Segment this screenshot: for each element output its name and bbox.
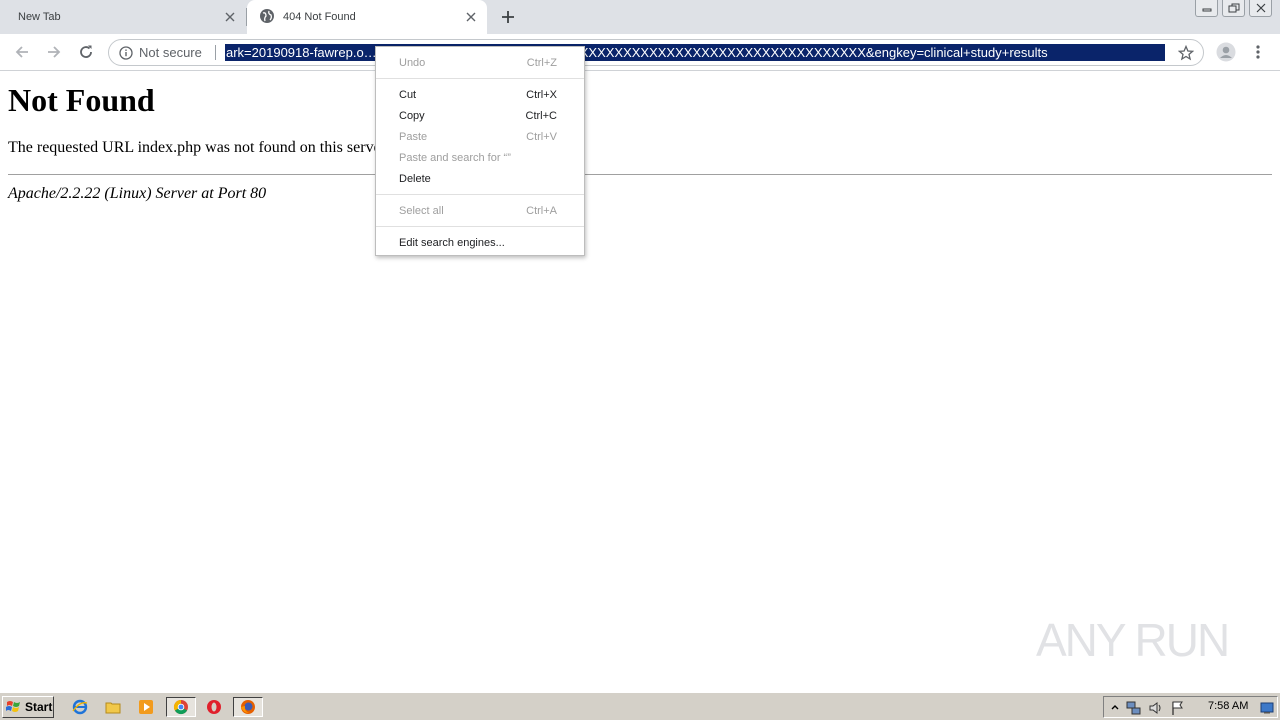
menu-item-paste-and-search[interactable]: Paste and search for “”	[376, 147, 584, 168]
not-secure-label: Not secure	[139, 45, 202, 60]
url-text-selected[interactable]: ark=20190918-fawrep.o… XXXXXXXXXXXXXXXXX…	[225, 44, 1165, 61]
file-explorer-taskbar-icon[interactable]	[102, 697, 124, 717]
menu-item-label: Edit search engines...	[399, 236, 505, 249]
firefox-taskbar-icon[interactable]	[233, 697, 263, 717]
menu-item-shortcut: Ctrl+A	[526, 204, 557, 217]
context-menu: Undo Ctrl+Z Cut Ctrl+X Copy Ctrl+C Paste…	[375, 46, 585, 256]
menu-item-label: Copy	[399, 109, 425, 122]
menu-item-label: Cut	[399, 88, 417, 101]
forward-button[interactable]	[42, 40, 66, 64]
watermark-text: ANY RUN	[1036, 614, 1230, 666]
close-icon	[1256, 3, 1265, 13]
close-window-button[interactable]	[1249, 0, 1272, 17]
menu-item-select-all[interactable]: Select all Ctrl+A	[376, 200, 584, 221]
menu-item-shortcut: Ctrl+X	[526, 88, 557, 101]
menu-item-label: Paste	[399, 130, 428, 143]
chrome-taskbar-icon[interactable]	[166, 697, 196, 717]
omnibox-divider	[215, 45, 216, 60]
window-controls	[1195, 0, 1272, 17]
server-signature: Apache/2.2.22 (Linux) Server at Port 80	[8, 185, 267, 202]
plus-icon	[502, 11, 514, 23]
internet-explorer-taskbar-icon[interactable]	[69, 697, 91, 717]
close-tab-icon[interactable]	[222, 9, 238, 25]
menu-item-label: Select all	[399, 204, 444, 217]
menu-item-delete[interactable]: Delete	[376, 168, 584, 189]
action-center-flag-icon[interactable]	[1170, 700, 1186, 716]
menu-item-label: Paste and search for “”	[399, 151, 511, 164]
menu-item-shortcut: Ctrl+Z	[526, 56, 557, 69]
media-player-taskbar-icon[interactable]	[135, 697, 157, 717]
volume-icon[interactable]	[1148, 700, 1164, 716]
opera-taskbar-icon[interactable]	[203, 697, 225, 717]
back-arrow-icon	[15, 46, 28, 58]
reload-icon	[80, 45, 92, 58]
back-button[interactable]	[10, 40, 34, 64]
new-tab-button[interactable]	[498, 7, 518, 27]
menu-item-edit-search-engines[interactable]: Edit search engines...	[376, 232, 584, 253]
menu-item-shortcut: Ctrl+C	[525, 109, 557, 122]
tab-title: New Tab	[18, 11, 61, 23]
browser-toolbar: Not secure ark=20190918-fawrep.o… XXXXXX…	[0, 34, 1280, 71]
forward-arrow-icon	[48, 46, 61, 58]
minimize-icon	[1202, 8, 1211, 12]
menu-separator	[376, 194, 584, 195]
menu-item-copy[interactable]: Copy Ctrl+C	[376, 105, 584, 126]
bookmark-star-icon	[1178, 45, 1194, 61]
divider	[8, 174, 1272, 175]
tab-strip: New Tab 404 Not Found	[0, 0, 1280, 34]
profile-button[interactable]	[1214, 40, 1238, 64]
system-tray: 7:58 AM	[1103, 696, 1278, 718]
address-bar[interactable]: Not secure ark=20190918-fawrep.o… XXXXXX…	[108, 39, 1204, 66]
chrome-menu-button[interactable]	[1248, 40, 1268, 64]
taskbar-clock[interactable]: 7:58 AM	[1208, 700, 1248, 712]
tab-title: 404 Not Found	[283, 11, 356, 23]
profile-avatar-icon	[1216, 42, 1236, 62]
windows-logo-icon	[6, 701, 20, 712]
menu-item-label: Undo	[399, 56, 426, 69]
info-icon	[119, 45, 133, 60]
globe-icon	[259, 8, 275, 27]
menu-separator	[376, 78, 584, 79]
page-heading: Not Found	[8, 82, 155, 118]
three-dot-menu-icon	[1256, 45, 1260, 59]
bookmark-star-button[interactable]	[1177, 44, 1195, 62]
network-icon[interactable]	[1126, 700, 1142, 716]
menu-separator	[376, 226, 584, 227]
menu-item-undo[interactable]: Undo Ctrl+Z	[376, 52, 584, 73]
menu-item-paste[interactable]: Paste Ctrl+V	[376, 126, 584, 147]
tab-new-tab[interactable]: New Tab	[0, 0, 246, 34]
restore-button[interactable]	[1222, 0, 1245, 17]
restore-icon	[1228, 3, 1239, 13]
show-desktop-icon[interactable]	[1259, 700, 1275, 716]
anyrun-watermark: ANY RUN	[1036, 608, 1236, 672]
tab-404-not-found[interactable]: 404 Not Found	[247, 0, 487, 34]
menu-item-cut[interactable]: Cut Ctrl+X	[376, 84, 584, 105]
start-label: Start	[25, 700, 53, 714]
menu-item-label: Delete	[399, 172, 431, 185]
minimize-button[interactable]	[1195, 0, 1218, 17]
error-message: The requested URL index.php was not foun…	[8, 139, 390, 156]
menu-item-shortcut: Ctrl+V	[526, 130, 557, 143]
show-hidden-icons-icon[interactable]	[1107, 700, 1123, 716]
security-indicator[interactable]: Not secure	[119, 40, 202, 65]
windows-taskbar: Start 7:58 AM	[0, 692, 1280, 720]
web-page-content: Not Found The requested URL index.php wa…	[0, 72, 1280, 692]
close-tab-icon[interactable]	[463, 9, 479, 25]
start-button[interactable]: Start	[2, 696, 54, 718]
reload-button[interactable]	[74, 40, 98, 64]
